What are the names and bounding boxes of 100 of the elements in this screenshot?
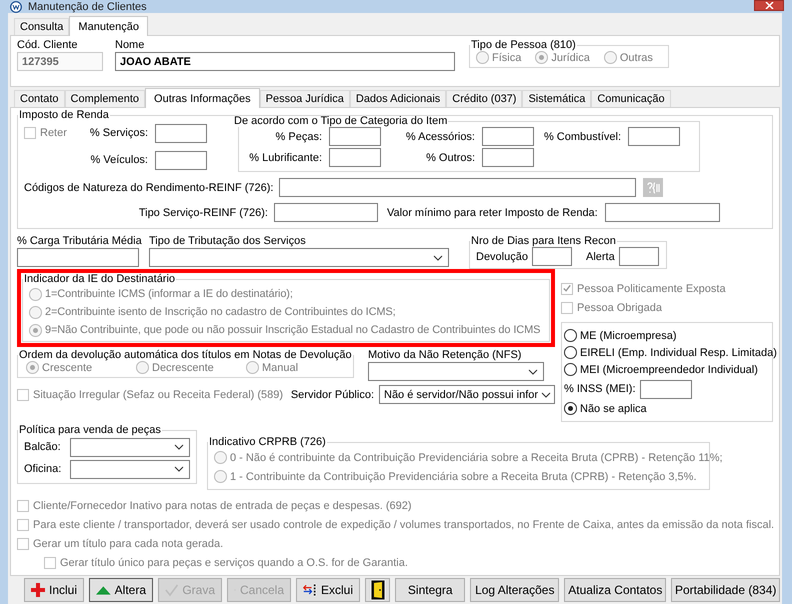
field-label: Códigos de Natureza do Rendimento-REINF (726): xyxy=(24,182,274,194)
action-button[interactable]: Log Alterações xyxy=(470,578,560,602)
radio-label: Física xyxy=(492,52,522,64)
group-title: Ordem da devolução automática dos títulos em Notas de Devolução xyxy=(18,349,353,361)
group-title: Imposto de Renda xyxy=(18,109,110,121)
radio-label: Não se aplica xyxy=(580,402,647,414)
radio-label: Crescente xyxy=(42,362,92,374)
field-label: % Veículos: xyxy=(90,154,148,166)
door-button[interactable] xyxy=(365,578,390,602)
radio-label: 2=Contribuinte isento de Inscrição no cadastro de Contribuintes do ICMS; xyxy=(45,306,396,318)
radio-label: Jurídica xyxy=(551,52,590,64)
group-title: Nro de Dias para Itens Recon xyxy=(470,235,617,247)
text-field[interactable] xyxy=(329,127,381,146)
radio-label: 0 - Não é contribuinte da Contribuição Previdenciária sobre a Receita Bruta (CPRB) - Retenção 11%; xyxy=(230,452,723,464)
action-button[interactable]: Atualiza Contatos xyxy=(564,578,666,602)
radio-label: 9=Não Contribuinte, que pode ou não possuir Inscrição Estadual no Cadastro de Contribuintes do ICMS xyxy=(45,324,540,336)
field-label: Balcão: xyxy=(24,441,62,453)
checkbox-label: Pessoa Politicamente Exposta xyxy=(577,282,726,294)
window-title: Manutenção de Clientes xyxy=(28,0,147,12)
tab[interactable]: Outras Informações xyxy=(145,88,260,108)
radio-button[interactable] xyxy=(564,346,577,359)
add-button[interactable]: Inclui xyxy=(24,578,84,602)
text-field[interactable] xyxy=(329,148,381,167)
logo-icon xyxy=(10,0,22,12)
plus-icon xyxy=(31,583,45,597)
tab[interactable]: Manutenção xyxy=(69,16,148,36)
tab[interactable]: Comunicação xyxy=(591,90,671,107)
checkbox-label: Gerar um título para cada nota gerada. xyxy=(33,538,224,550)
field-label: Servidor Público: xyxy=(290,388,374,400)
field-label: % Serviços: xyxy=(88,127,148,139)
field-label: % Acessórios: xyxy=(404,130,476,142)
text-field[interactable] xyxy=(628,127,680,146)
edit-button[interactable]: Altera xyxy=(89,578,154,602)
field-label: % INSS (MEI): xyxy=(564,383,636,395)
radio-label: Manual xyxy=(262,362,298,374)
close-button[interactable] xyxy=(754,0,784,11)
field-label: Tipo de Tributação dos Serviços xyxy=(149,235,307,247)
checkbox-label: Cliente/Fornecedor Inativo para notas de entrada de peças e despesas. (692) xyxy=(33,500,412,512)
name-field[interactable]: JOAO ABATE xyxy=(115,52,455,71)
radio-label: Decrescente xyxy=(152,362,214,374)
check-icon xyxy=(165,583,178,597)
field-label: % Outros: xyxy=(425,152,476,164)
tab[interactable]: Complemento xyxy=(64,90,146,107)
tab[interactable]: Dados Adicionais xyxy=(350,90,446,107)
radio-label: Outras xyxy=(620,52,653,64)
tab[interactable]: Sistemática xyxy=(522,90,592,107)
group-title: Indicativo CRPRB (726) xyxy=(208,436,327,448)
action-button[interactable]: Sintegra xyxy=(395,578,466,602)
group-title: Tipo de Pessoa (810) xyxy=(470,39,577,51)
checkbox-label: Gerar título único para peças e serviços quando a O.S. for de Garantia. xyxy=(60,556,408,568)
dropdown[interactable] xyxy=(70,460,190,478)
radio-label: ME (Microempresa) xyxy=(580,330,677,342)
radio-button[interactable] xyxy=(564,363,577,376)
text-field[interactable] xyxy=(604,203,720,222)
tab[interactable]: Contato xyxy=(14,90,65,107)
group-title: Política para venda de peças xyxy=(18,424,162,436)
tab[interactable]: Consulta xyxy=(14,18,70,35)
text-field[interactable] xyxy=(640,380,692,398)
radio-button[interactable] xyxy=(564,329,577,342)
chevron-icon xyxy=(541,392,552,398)
text-field[interactable] xyxy=(155,150,207,170)
field-label: % Combustível: xyxy=(542,130,622,142)
dropdown[interactable] xyxy=(368,362,544,381)
door-icon xyxy=(370,580,385,600)
field-label: Devolução xyxy=(476,250,528,262)
radio-label: 1 - Contribuinte da Contribuição Previdenciária sobre a Receita Bruta (CPRB) - Retenção 3,5%. xyxy=(230,470,697,482)
field-label: Valor mínimo para reter Imposto de Renda: xyxy=(387,206,598,218)
field-label: Nome xyxy=(115,39,146,51)
arrows-icon xyxy=(303,582,317,598)
triangle-icon xyxy=(96,586,111,594)
dropdown[interactable] xyxy=(149,248,449,267)
checkbox-label: Para este cliente / transportador, deverá ser usado controle de expedição / volumes transportados, no Frente de Caixa, antes da emissão da nota fiscal. xyxy=(33,518,774,530)
close-icon xyxy=(764,2,774,9)
checkbox-label: Reter xyxy=(40,127,67,139)
group-title: De acordo com o Tipo de Categoria do Item xyxy=(233,115,448,127)
field-label: Alerta xyxy=(586,250,615,262)
group-title: Indicador da IE do Destinatário xyxy=(23,273,176,285)
field-label: Cód. Cliente xyxy=(17,39,79,51)
radio-button[interactable] xyxy=(564,402,577,415)
dropdown[interactable]: Não é servidor/Não possui infor xyxy=(379,385,555,404)
text-field[interactable] xyxy=(532,247,572,266)
text-field[interactable] xyxy=(618,247,659,266)
chevron-icon xyxy=(174,466,184,472)
text-field[interactable] xyxy=(155,124,207,142)
checkbox-label: Pessoa Obrigada xyxy=(577,302,662,314)
text-field[interactable] xyxy=(279,178,636,197)
field-label: Tipo Serviço-REINF (726): xyxy=(138,206,268,218)
text-field[interactable] xyxy=(482,148,534,167)
dropdown[interactable] xyxy=(70,438,190,456)
action-button[interactable]: Portabilidade (834) xyxy=(671,578,780,602)
chevron-icon xyxy=(433,254,443,260)
tab[interactable]: Crédito (037) xyxy=(446,90,522,107)
text-field[interactable] xyxy=(17,248,139,267)
text-field[interactable] xyxy=(274,203,378,222)
chevron-icon xyxy=(174,444,184,450)
tab[interactable]: Pessoa Jurídica xyxy=(260,90,350,107)
delete-button[interactable]: Exclui xyxy=(296,578,360,602)
checkbox-label: Situação Irregular (Sefaz ou Receita Federal) (589) xyxy=(33,388,284,400)
radio-label: 1=Contribuinte ICMS (informar a IE do destinatário); xyxy=(45,288,293,300)
text-field[interactable] xyxy=(482,127,534,146)
